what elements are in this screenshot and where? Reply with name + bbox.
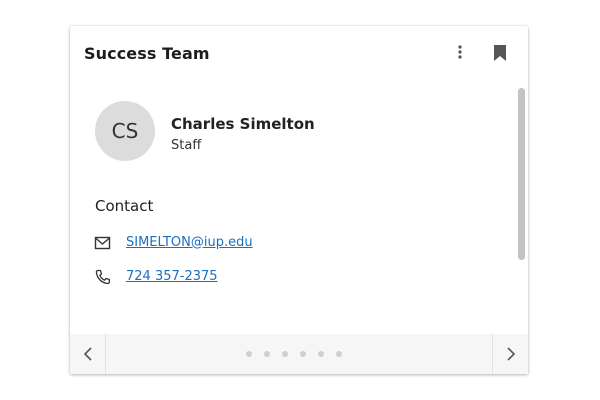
- pager-dot[interactable]: [264, 351, 270, 357]
- email-row: SIMELTON@iup.edu: [94, 232, 253, 252]
- person-name: Charles Simelton: [171, 115, 315, 133]
- pager-dot[interactable]: [318, 351, 324, 357]
- next-button[interactable]: [492, 334, 528, 374]
- pager-dot[interactable]: [300, 351, 306, 357]
- avatar: CS: [95, 101, 155, 161]
- card-content: CS Charles Simelton Staff Contact SIMELT…: [70, 84, 528, 334]
- contact-heading: Contact: [95, 197, 154, 215]
- person-role: Staff: [171, 138, 202, 153]
- phone-icon: [94, 269, 112, 285]
- pager-dot[interactable]: [246, 351, 252, 357]
- pager-dot[interactable]: [282, 351, 288, 357]
- more-vertical-icon[interactable]: [453, 43, 467, 63]
- pager-dot[interactable]: [336, 351, 342, 357]
- scrollbar-thumb[interactable]: [518, 88, 525, 260]
- phone-row: 724 357-2375: [94, 266, 218, 286]
- phone-link[interactable]: 724 357-2375: [126, 269, 218, 284]
- pager-dots: [246, 351, 342, 357]
- chevron-right-icon: [507, 347, 516, 361]
- bookmark-icon[interactable]: [493, 44, 507, 62]
- email-link[interactable]: SIMELTON@iup.edu: [126, 235, 253, 250]
- envelope-icon: [94, 235, 112, 250]
- chevron-left-icon: [83, 347, 92, 361]
- success-team-card: Success Team CS Charles Simelton Staff C…: [70, 26, 528, 374]
- previous-button[interactable]: [70, 334, 106, 374]
- card-title: Success Team: [84, 44, 210, 63]
- pager-footer: [70, 334, 528, 374]
